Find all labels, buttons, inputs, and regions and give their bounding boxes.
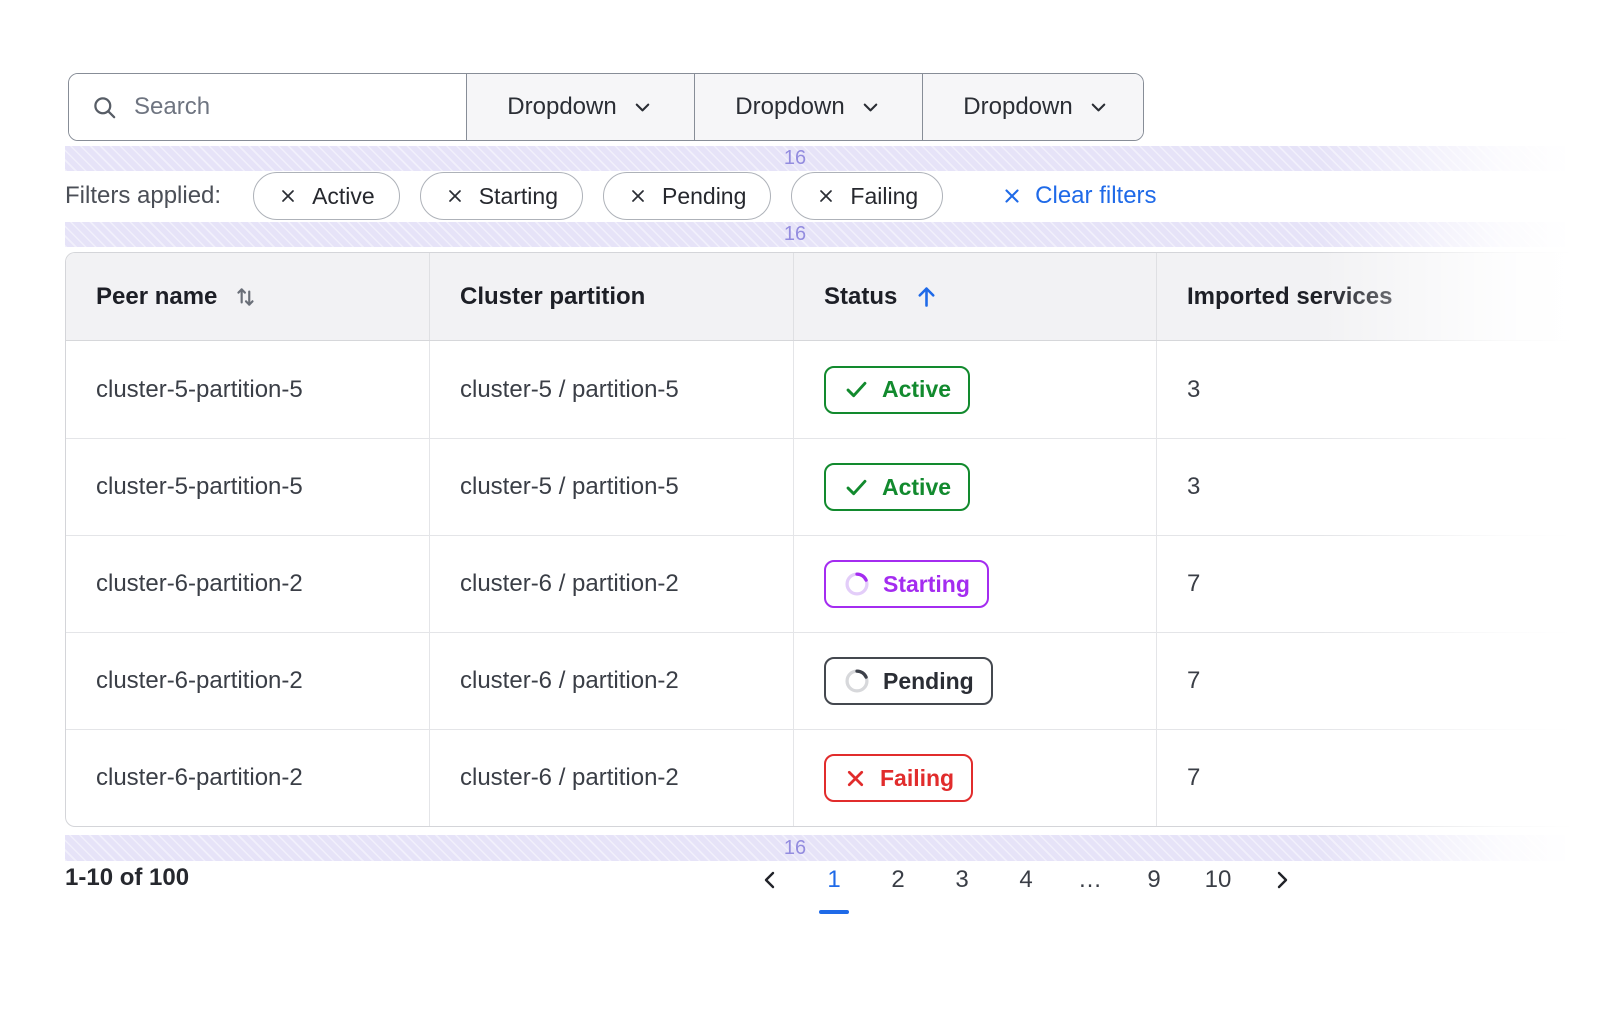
spacing-value: 16 [784, 223, 806, 246]
cluster-partition-cell: cluster-6 / partition-2 [429, 730, 793, 826]
filter-chip-label: Active [312, 183, 375, 210]
filters-row: Filters applied: Active Starting Pending Fa… [65, 170, 1157, 222]
status-badge-failing: Failing [824, 754, 973, 802]
check-icon [843, 376, 870, 403]
page-button-1[interactable]: 1 [802, 856, 866, 904]
status-cell: Active [793, 341, 1156, 438]
check-icon [843, 474, 870, 501]
filter-chip-active[interactable]: Active [253, 172, 400, 220]
dropdown-label: Dropdown [963, 93, 1072, 121]
next-page-button[interactable] [1250, 856, 1314, 904]
page-button-2[interactable]: 2 [866, 856, 930, 904]
status-badge-label: Starting [883, 571, 970, 598]
cluster-partition-cell: cluster-5 / partition-5 [429, 439, 793, 535]
chevron-down-icon [859, 96, 882, 119]
column-header-status[interactable]: Status [793, 253, 1156, 340]
close-icon [628, 186, 648, 206]
table-header-row: Peer name Cluster partition Status Impor… [66, 253, 1618, 341]
close-icon [278, 186, 298, 206]
pager: 1234…910 [738, 856, 1314, 904]
page-button-9[interactable]: 9 [1122, 856, 1186, 904]
column-header-cluster-partition[interactable]: Cluster partition [429, 253, 793, 340]
status-badge-active: Active [824, 366, 970, 414]
toolbar: Dropdown Dropdown Dropdown [68, 73, 1144, 141]
peer-name-cell: cluster-5-partition-5 [66, 341, 429, 438]
peer-name-cell: cluster-6-partition-2 [66, 536, 429, 632]
spacing-value: 16 [784, 147, 806, 170]
status-badge-label: Active [882, 376, 951, 403]
clear-filters-label: Clear filters [1035, 182, 1156, 210]
filter-chip-failing[interactable]: Failing [791, 172, 943, 220]
close-icon [816, 186, 836, 206]
chevron-left-icon [758, 868, 782, 892]
table-row[interactable]: cluster-6-partition-2cluster-6 / partiti… [66, 632, 1618, 729]
spinner-icon [843, 570, 871, 598]
peer-name-cell: cluster-5-partition-5 [66, 439, 429, 535]
spinner-icon [843, 667, 871, 695]
sort-both-icon[interactable] [233, 284, 259, 310]
x-icon [843, 766, 868, 791]
cluster-partition-cell: cluster-5 / partition-5 [429, 341, 793, 438]
filter-chip-starting[interactable]: Starting [420, 172, 583, 220]
chevron-down-icon [631, 96, 654, 119]
status-cell: Active [793, 439, 1156, 535]
pagination-summary: 1-10 of 100 [65, 864, 189, 892]
search-icon [91, 94, 118, 121]
chevron-down-icon [1087, 96, 1110, 119]
column-header-imported-services[interactable]: Imported services [1156, 253, 1618, 340]
column-header-peer-name[interactable]: Peer name [66, 253, 429, 340]
table-row[interactable]: cluster-6-partition-2cluster-6 / partiti… [66, 729, 1618, 826]
peer-name-cell: cluster-6-partition-2 [66, 730, 429, 826]
status-cell: Starting [793, 536, 1156, 632]
page-button-3[interactable]: 3 [930, 856, 994, 904]
dropdown-button-1[interactable]: Dropdown [466, 74, 694, 140]
status-cell: Failing [793, 730, 1156, 826]
cluster-partition-cell: cluster-6 / partition-2 [429, 633, 793, 729]
peers-table: Peer name Cluster partition Status Impor… [65, 252, 1618, 827]
search-input[interactable] [134, 93, 444, 121]
table-body: cluster-5-partition-5cluster-5 / partiti… [66, 341, 1618, 826]
cluster-partition-cell: cluster-6 / partition-2 [429, 536, 793, 632]
status-cell: Pending [793, 633, 1156, 729]
table-row[interactable]: cluster-5-partition-5cluster-5 / partiti… [66, 341, 1618, 438]
sort-ascending-icon[interactable] [913, 283, 940, 310]
imported-services-cell: 7 [1156, 730, 1618, 826]
page-button-4[interactable]: 4 [994, 856, 1058, 904]
status-badge-label: Failing [880, 765, 954, 792]
imported-services-cell: 3 [1156, 439, 1618, 535]
filter-chips: Active Starting Pending Failing [253, 172, 943, 220]
peers-list-page: Dropdown Dropdown Dropdown 16 Filters appl… [0, 0, 1618, 1010]
page-button-10[interactable]: 10 [1186, 856, 1250, 904]
peer-name-cell: cluster-6-partition-2 [66, 633, 429, 729]
filters-applied-label: Filters applied: [65, 182, 221, 210]
chevron-right-icon [1270, 868, 1294, 892]
pager-ellipsis: … [1058, 856, 1122, 904]
table-row[interactable]: cluster-6-partition-2cluster-6 / partiti… [66, 535, 1618, 632]
table-row[interactable]: cluster-5-partition-5cluster-5 / partiti… [66, 438, 1618, 535]
dropdown-label: Dropdown [735, 93, 844, 121]
status-badge-label: Pending [883, 668, 974, 695]
filter-chip-label: Failing [850, 183, 918, 210]
close-icon [445, 186, 465, 206]
clear-filters-button[interactable]: Clear filters [1001, 182, 1156, 210]
previous-page-button[interactable] [738, 856, 802, 904]
imported-services-cell: 7 [1156, 633, 1618, 729]
filter-chip-label: Starting [479, 183, 558, 210]
imported-services-cell: 3 [1156, 341, 1618, 438]
spacing-band-middle: 16 [65, 222, 1565, 247]
status-badge-starting: Starting [824, 560, 989, 608]
status-badge-label: Active [882, 474, 951, 501]
status-badge-active: Active [824, 463, 970, 511]
dropdown-label: Dropdown [507, 93, 616, 121]
imported-services-cell: 7 [1156, 536, 1618, 632]
spacing-band-top: 16 [65, 146, 1565, 171]
filter-chip-pending[interactable]: Pending [603, 172, 771, 220]
close-icon [1001, 185, 1023, 207]
dropdown-button-3[interactable]: Dropdown [922, 74, 1144, 140]
dropdown-button-2[interactable]: Dropdown [694, 74, 922, 140]
pagination-bar: 1-10 of 100 1234…910 [0, 850, 1618, 912]
filter-chip-label: Pending [662, 183, 746, 210]
search-box[interactable] [69, 74, 466, 140]
status-badge-pending: Pending [824, 657, 993, 705]
